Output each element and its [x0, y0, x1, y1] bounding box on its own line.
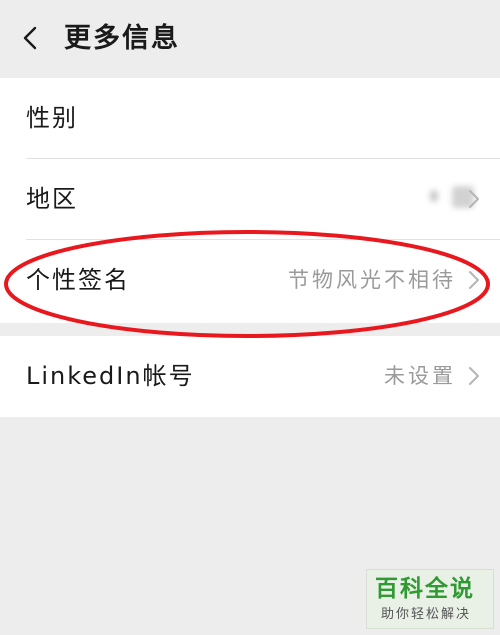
row-signature[interactable]: 个性签名 节物风光不相待	[0, 240, 500, 321]
chevron-right-icon	[469, 190, 479, 208]
linkedin-group: LinkedIn帐号 未设置	[0, 336, 500, 417]
info-group: 性别 地区 个性签名 节物风光不相待	[0, 78, 500, 373]
signature-value: 节物风光不相待	[288, 268, 456, 292]
chevron-right-icon	[469, 367, 479, 385]
linkedin-label: LinkedIn帐号	[26, 362, 195, 390]
watermark-brand: 百科全说	[375, 576, 475, 602]
row-linkedin[interactable]: LinkedIn帐号 未设置	[0, 336, 500, 417]
row-region[interactable]: 地区	[0, 159, 500, 373]
watermark-tagline: 助你轻松解决	[381, 607, 472, 622]
back-icon[interactable]	[16, 23, 46, 53]
page-title: 更多信息	[64, 23, 180, 54]
row-gender[interactable]: 性别	[0, 78, 500, 208]
watermark-logo: 百科全说 助你轻松解决	[366, 569, 494, 629]
gender-label: 性别	[26, 104, 78, 132]
chevron-right-icon	[469, 271, 479, 289]
linkedin-value: 未设置	[384, 364, 456, 388]
top-bar: 更多信息	[0, 0, 500, 78]
signature-label: 个性签名	[26, 266, 130, 294]
region-label: 地区	[26, 185, 78, 213]
